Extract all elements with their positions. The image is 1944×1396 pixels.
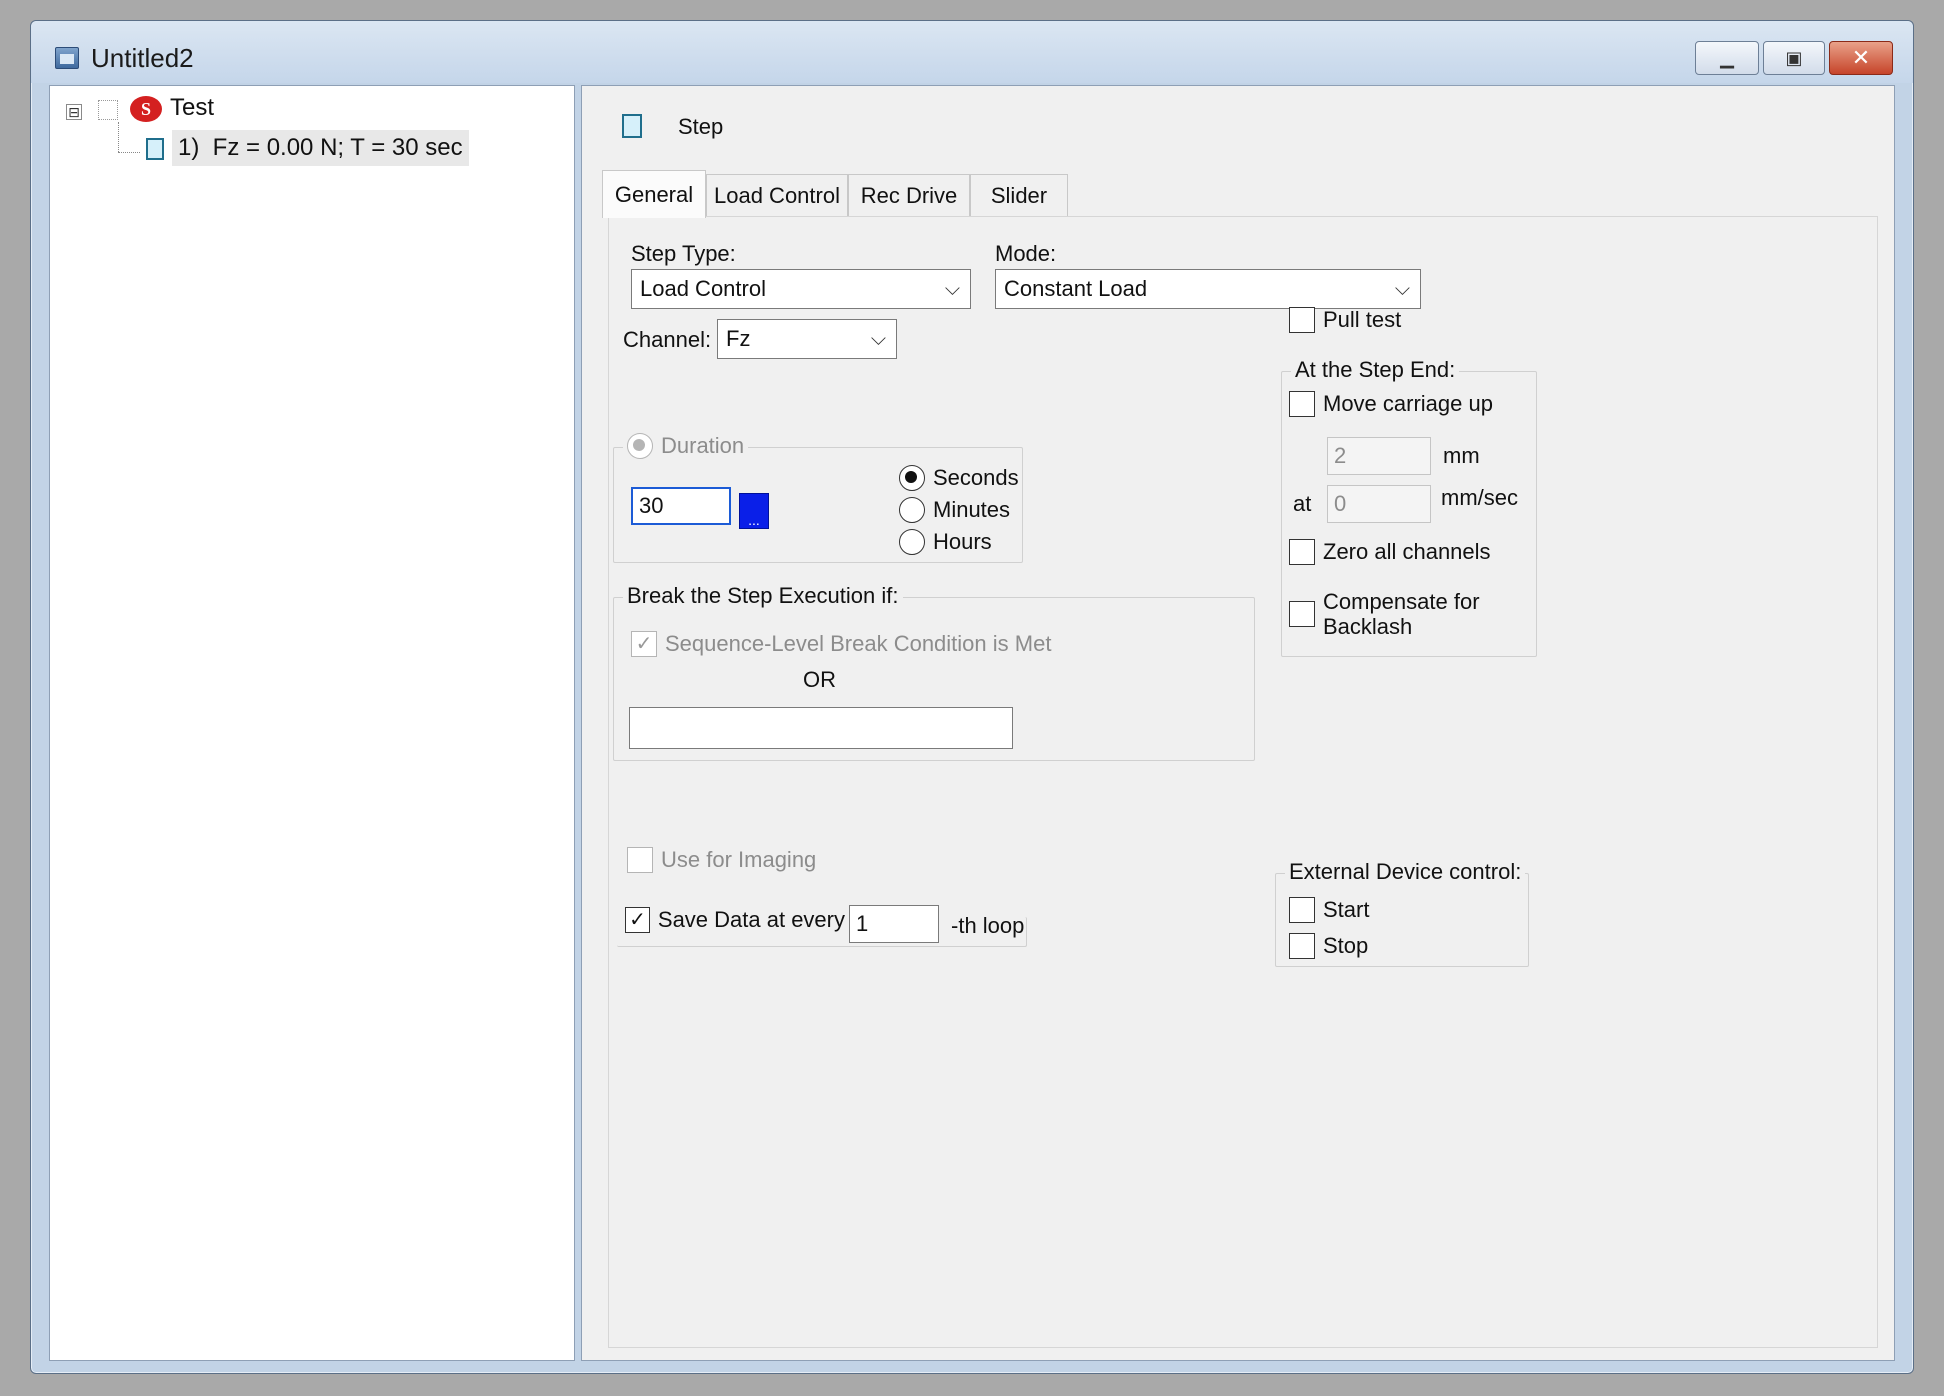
external-stop-label: Stop bbox=[1323, 933, 1369, 958]
external-device-title: External Device control: bbox=[1285, 859, 1526, 885]
zero-all-label: Zero all channels bbox=[1323, 539, 1491, 564]
break-group-title: Break the Step Execution if: bbox=[623, 583, 903, 609]
compensate-label: Compensate for Backlash bbox=[1323, 589, 1480, 639]
zero-all-option[interactable]: Zero all channels bbox=[1289, 539, 1491, 565]
unit-hours-option[interactable]: Hours bbox=[899, 529, 992, 555]
duration-picker-button[interactable]: ... bbox=[739, 493, 769, 529]
mode-select[interactable]: Constant Load ⌵ bbox=[995, 269, 1421, 309]
sequence-break-option: ✓ Sequence-Level Break Condition is Met bbox=[631, 631, 1051, 657]
sequence-break-checkbox: ✓ bbox=[631, 631, 657, 657]
tab-general[interactable]: General bbox=[602, 170, 706, 218]
external-stop-option[interactable]: Stop bbox=[1289, 933, 1368, 959]
use-for-imaging-option: Use for Imaging bbox=[627, 847, 816, 873]
pull-test-label: Pull test bbox=[1323, 307, 1402, 332]
external-start-checkbox[interactable] bbox=[1289, 897, 1315, 923]
external-stop-checkbox[interactable] bbox=[1289, 933, 1315, 959]
seconds-radio[interactable] bbox=[899, 465, 925, 491]
restore-button[interactable]: ▣ bbox=[1763, 41, 1825, 75]
tree-item-step-1[interactable]: 1) Fz = 0.00 N; T = 30 sec bbox=[172, 130, 469, 166]
duration-input[interactable]: 30 bbox=[631, 487, 731, 525]
step-type-select[interactable]: Load Control ⌵ bbox=[631, 269, 971, 309]
step-type-value: Load Control bbox=[640, 276, 766, 301]
move-carriage-option[interactable]: Move carriage up bbox=[1289, 391, 1493, 417]
mode-label: Mode: bbox=[995, 241, 1057, 266]
chevron-down-icon: ⌵ bbox=[870, 328, 886, 350]
step-document-icon bbox=[622, 114, 642, 138]
tree-root-checkbox[interactable] bbox=[98, 100, 118, 120]
close-icon: ✕ bbox=[1851, 45, 1871, 70]
minimize-icon: ▁ bbox=[1720, 47, 1734, 68]
compensate-label-line2: Backlash bbox=[1323, 614, 1413, 639]
pull-test-checkbox[interactable] bbox=[1289, 307, 1315, 333]
duration-label: Duration bbox=[661, 433, 745, 458]
tree-root-label[interactable]: Test bbox=[170, 94, 214, 122]
hours-radio[interactable] bbox=[899, 529, 925, 555]
collapse-icon[interactable]: ⊟ bbox=[66, 104, 82, 120]
tree-connector bbox=[118, 122, 119, 152]
speed-unit: mm/sec bbox=[1441, 485, 1518, 510]
at-label: at bbox=[1293, 491, 1312, 516]
compensate-checkbox[interactable] bbox=[1289, 601, 1315, 627]
minutes-radio[interactable] bbox=[899, 497, 925, 523]
chevron-down-icon: ⌵ bbox=[944, 278, 960, 300]
mode-value: Constant Load bbox=[1004, 276, 1148, 301]
or-label: OR bbox=[803, 667, 836, 692]
step-properties-pane: Step Step Type: Load Control ⌵ Mode: Con… bbox=[581, 85, 1895, 1361]
save-data-suffix: -th loop bbox=[951, 913, 1025, 938]
save-data-option[interactable]: ✓ Save Data at every bbox=[625, 907, 845, 933]
compensate-option[interactable]: Compensate for Backlash bbox=[1289, 589, 1480, 639]
compensate-label-line1: Compensate for bbox=[1323, 589, 1480, 614]
channel-label: Channel: bbox=[623, 327, 712, 352]
main-window: Untitled2 ▁ ▣ ✕ ⊟ S Test 1) Fz = 0.00 N;… bbox=[30, 20, 1914, 1374]
minimize-button[interactable]: ▁ bbox=[1695, 41, 1759, 75]
duration-radio[interactable] bbox=[627, 433, 653, 459]
sequence-icon: S bbox=[130, 96, 162, 122]
move-carriage-checkbox[interactable] bbox=[1289, 391, 1315, 417]
step-end-title: At the Step End: bbox=[1291, 357, 1460, 383]
tab-slider[interactable]: Slider bbox=[970, 174, 1068, 216]
zero-all-checkbox[interactable] bbox=[1289, 539, 1315, 565]
distance-unit: mm bbox=[1443, 443, 1480, 468]
general-tab-panel: Step Type: Load Control ⌵ Mode: Constant… bbox=[608, 216, 1878, 1348]
save-data-label: Save Data at every bbox=[657, 907, 845, 932]
channel-select[interactable]: Fz ⌵ bbox=[717, 319, 897, 359]
external-start-label: Start bbox=[1323, 897, 1370, 922]
tree-connector bbox=[118, 152, 140, 153]
step-type-label: Step Type: bbox=[631, 241, 736, 266]
seconds-label: Seconds bbox=[933, 465, 1019, 490]
duration-option[interactable]: Duration bbox=[623, 433, 749, 459]
title-bar[interactable]: Untitled2 ▁ ▣ ✕ bbox=[31, 21, 1913, 83]
unit-minutes-option[interactable]: Minutes bbox=[899, 497, 1010, 523]
pull-test-option[interactable]: Pull test bbox=[1289, 307, 1401, 333]
carriage-speed-input[interactable]: 0 bbox=[1327, 485, 1431, 523]
step-document-icon bbox=[146, 138, 164, 160]
tab-rec-drive[interactable]: Rec Drive bbox=[848, 174, 970, 216]
use-for-imaging-label: Use for Imaging bbox=[661, 847, 817, 872]
tab-load-control[interactable]: Load Control bbox=[706, 174, 848, 216]
window-title: Untitled2 bbox=[91, 43, 194, 73]
sequence-break-label: Sequence-Level Break Condition is Met bbox=[665, 631, 1052, 656]
app-icon bbox=[55, 47, 79, 69]
break-condition-input[interactable] bbox=[629, 707, 1013, 749]
save-data-checkbox[interactable]: ✓ bbox=[625, 907, 650, 933]
move-carriage-label: Move carriage up bbox=[1323, 391, 1493, 416]
use-for-imaging-checkbox bbox=[627, 847, 653, 873]
close-button[interactable]: ✕ bbox=[1829, 41, 1893, 75]
external-start-option[interactable]: Start bbox=[1289, 897, 1369, 923]
pane-heading: Step bbox=[678, 114, 724, 139]
save-data-loop-input[interactable]: 1 bbox=[849, 905, 939, 943]
sequence-tree[interactable]: ⊟ S Test 1) Fz = 0.00 N; T = 30 sec bbox=[49, 85, 575, 1361]
restore-icon: ▣ bbox=[1785, 47, 1803, 68]
chevron-down-icon: ⌵ bbox=[1394, 278, 1410, 300]
unit-seconds-option[interactable]: Seconds bbox=[899, 465, 1019, 491]
minutes-label: Minutes bbox=[933, 497, 1011, 522]
carriage-distance-input[interactable]: 2 bbox=[1327, 437, 1431, 475]
hours-label: Hours bbox=[933, 529, 992, 554]
channel-value: Fz bbox=[726, 326, 751, 351]
